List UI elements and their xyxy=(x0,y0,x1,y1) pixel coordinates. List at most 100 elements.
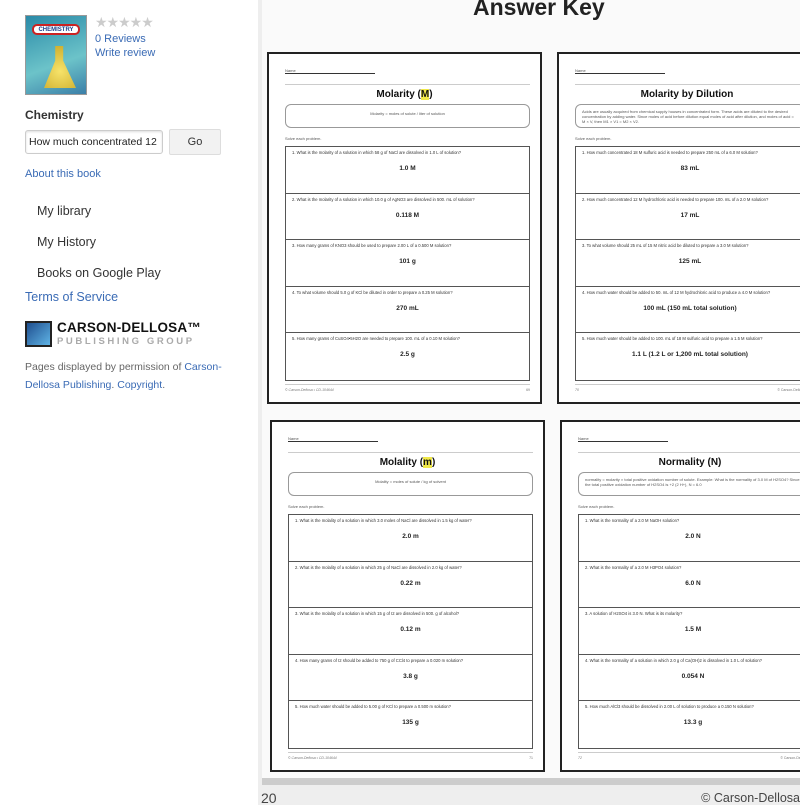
flask-illustration xyxy=(44,46,76,88)
worksheet-page: Name Normality (N) normality = molarity … xyxy=(560,420,800,772)
formula-box: Molality = moles of solute / kg of solve… xyxy=(288,472,533,496)
problem-question: 1. What is the normality of a 2.0 M NaOH… xyxy=(585,518,680,523)
problem-row: 1. What is the molarity of a solution in… xyxy=(286,147,529,194)
star-rating[interactable]: ★★★★★ xyxy=(95,14,154,31)
problem-answer: 125 mL xyxy=(678,258,702,266)
problem-row: 4. How much water should be added to 50.… xyxy=(576,287,800,334)
reviews-link[interactable]: 0 Reviews xyxy=(95,33,146,45)
problem-question: 3. To what volume should 25 mL of 15 M n… xyxy=(582,243,749,249)
worksheet-footer: © Carson-Dellosa • CD-104644 71 xyxy=(288,752,533,760)
cover-title: CHEMISTRY xyxy=(32,24,80,35)
problem-question: 4. To what volume should 5.0 g of KCl be… xyxy=(292,289,453,295)
problem-answer: 0.054 N xyxy=(681,672,705,680)
problem-row: 4. What is the normality of a solution i… xyxy=(579,655,800,702)
permission-text: Pages displayed by permission of xyxy=(25,361,185,373)
instructions: Solve each problem. xyxy=(575,136,612,141)
problem-row: 4. How many grams of I2 should be added … xyxy=(289,655,532,702)
problem-row: 1. What is the molality of a solution in… xyxy=(289,515,532,562)
problem-row: 1. What is the normality of a 2.0 M NaOH… xyxy=(579,515,800,562)
publisher-logo: CARSON-DELLOSA™ PUBLISHING GROUP xyxy=(25,320,215,349)
problem-question: 1. What is the molarity of a solution in… xyxy=(292,150,462,155)
formula-box: Molarity = moles of solute / liter of so… xyxy=(285,104,530,128)
problem-answer: 101 g xyxy=(399,258,416,266)
footer-right: © Carson-Dellosa xyxy=(780,756,800,760)
header-rule xyxy=(288,452,533,453)
problem-row: 2. How much concentrated 12 M hydrochlor… xyxy=(576,194,800,241)
problem-row: 5. How much water should be added to 100… xyxy=(576,333,800,380)
footer-right: 69 xyxy=(526,388,530,392)
search-in-book-input[interactable] xyxy=(25,130,163,154)
problem-answer: 0.118 M xyxy=(395,211,420,219)
worksheet-page: Name Molarity by Dilution Acids are usua… xyxy=(557,52,800,404)
instructions: Solve each problem. xyxy=(288,504,325,509)
problem-question: 5. How many grams of CuSO4•5H2O are need… xyxy=(292,336,460,342)
page-divider xyxy=(262,778,800,785)
nav-my-library[interactable]: My library xyxy=(37,204,91,218)
publisher-logo-name: CARSON-DELLOSA™ xyxy=(57,320,201,335)
permission-note: Pages displayed by permission of Carson-… xyxy=(25,361,222,391)
problem-answer: 13.3 g xyxy=(683,719,703,727)
page-copyright: © Carson-Dellosa xyxy=(701,791,800,805)
footer-left: 70 xyxy=(575,388,579,392)
copyright-link[interactable]: Copyright xyxy=(117,379,162,391)
footer-right: © Carson-Dellosa xyxy=(777,388,800,392)
book-cover[interactable]: CHEMISTRY xyxy=(25,15,87,95)
formula-box: Acids are usually acquired from chemical… xyxy=(575,104,800,128)
footer-left: © Carson-Dellosa • CD-104644 xyxy=(285,388,334,392)
problem-row: 2. What is the molarity of a solution in… xyxy=(286,194,529,241)
problem-row: 5. How much water should be added to 5.0… xyxy=(289,701,532,748)
problem-question: 5. How much AlCl3 should be dissolved in… xyxy=(585,704,754,710)
problem-answer: 2.5 g xyxy=(400,351,415,359)
problem-row: 3. To what volume should 25 mL of 15 M n… xyxy=(576,240,800,287)
instructions: Solve each problem. xyxy=(285,136,322,141)
problem-answer: 1.1 L (1.2 L or 1,200 mL total solution) xyxy=(632,351,748,359)
title-highlight: M xyxy=(420,89,430,100)
name-field-label: Name xyxy=(285,68,375,74)
problem-answer: 135 g xyxy=(402,719,419,727)
problem-answer: 0.12 m xyxy=(400,626,421,634)
problem-answer: 2.0 N xyxy=(685,533,701,540)
about-this-book-link[interactable]: About this book xyxy=(25,168,101,180)
problem-table: 1. What is the normality of a 2.0 M NaOH… xyxy=(578,514,800,749)
footer-left: 72 xyxy=(578,756,582,760)
problem-answer: 0.22 m xyxy=(400,579,421,587)
problem-question: 5. How much water should be added to 5.0… xyxy=(295,704,451,710)
terms-of-service-link[interactable]: Terms of Service xyxy=(25,290,118,304)
problem-answer: 1.5 M xyxy=(684,626,702,634)
book-page-viewer[interactable]: Answer Key Name Molarity (M) Molarity = … xyxy=(258,0,800,805)
problem-answer: 3.8 g xyxy=(403,672,418,680)
problem-row: 2. What is the molality of a solution in… xyxy=(289,562,532,609)
problem-question: 4. What is the normality of a solution i… xyxy=(585,657,762,663)
title-highlight: m xyxy=(423,457,432,468)
sidebar: CHEMISTRY ★★★★★ 0 Reviews Write review C… xyxy=(0,0,258,805)
problem-row: 2. What is the normality of a 2.0 M H3PO… xyxy=(579,562,800,609)
problem-answer: 17 mL xyxy=(680,211,700,219)
problem-row: 1. How much concentrated 18 M sulfuric a… xyxy=(576,147,800,194)
problem-row: 3. A solution of H2SO4 is 3.0 N. What is… xyxy=(579,608,800,655)
title-end: ) xyxy=(429,89,433,100)
worksheet-footer: © Carson-Dellosa • CD-104644 69 xyxy=(285,384,530,392)
nav-my-history[interactable]: My History xyxy=(37,235,96,249)
problem-question: 2. What is the normality of a 2.0 M H3PO… xyxy=(585,564,682,570)
go-button[interactable]: Go xyxy=(169,129,221,155)
problem-question: 4. How many grams of I2 should be added … xyxy=(295,657,464,663)
worksheet-page: Name Molality (m) Molality = moles of so… xyxy=(270,420,545,772)
name-field-label: Name xyxy=(288,436,378,442)
footer-right: 71 xyxy=(529,756,533,760)
problem-answer: 6.0 N xyxy=(685,579,701,587)
publisher-logo-mark xyxy=(25,321,52,347)
header-rule xyxy=(575,84,800,85)
problem-answer: 2.0 m xyxy=(402,533,419,540)
instructions: Solve each problem. xyxy=(578,504,615,509)
nav-books-on-google-play[interactable]: Books on Google Play xyxy=(37,266,161,280)
problem-answer: 83 mL xyxy=(680,165,700,172)
problem-table: 1. What is the molarity of a solution in… xyxy=(285,146,530,381)
problem-question: 3. What is the molality of a solution in… xyxy=(295,611,460,617)
title-text: Normality (N) xyxy=(658,457,722,468)
write-review-link[interactable]: Write review xyxy=(95,47,155,59)
publisher-logo-subtitle: PUBLISHING GROUP xyxy=(57,336,195,347)
problem-question: 2. How much concentrated 12 M hydrochlor… xyxy=(582,196,769,202)
problem-question: 1. What is the molality of a solution in… xyxy=(295,518,472,523)
problem-answer: 1.0 M xyxy=(399,165,416,172)
name-field-label: Name xyxy=(578,436,668,442)
